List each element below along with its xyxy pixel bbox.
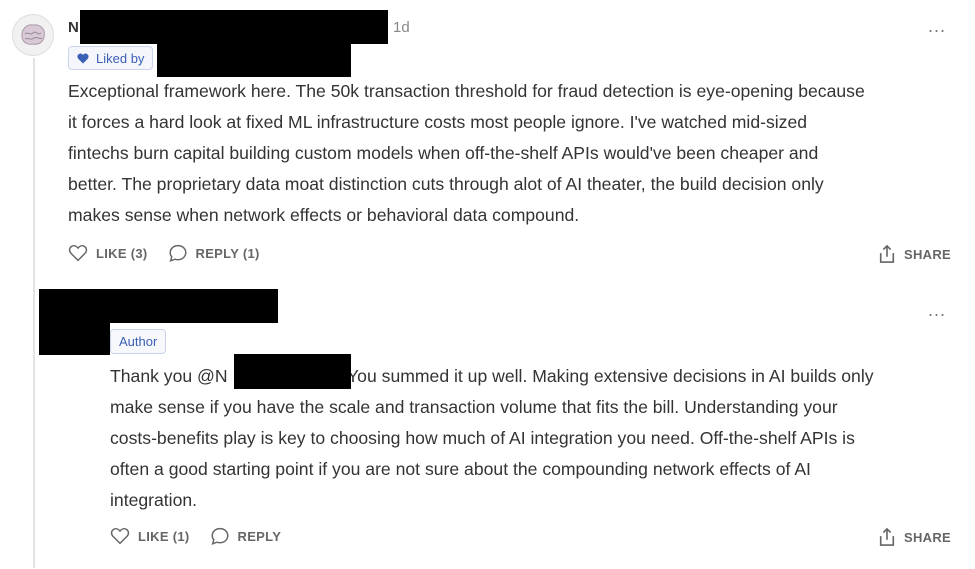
- redacted-liker-name: [157, 44, 351, 77]
- reply-button[interactable]: REPLY (1): [168, 244, 260, 262]
- like-label: LIKE (3): [96, 245, 148, 261]
- liked-by-label: Liked by: [96, 50, 145, 66]
- share-icon: [879, 527, 895, 546]
- comment-icon: [211, 527, 229, 545]
- redacted-reply-author: [39, 289, 278, 323]
- reply-button[interactable]: REPLY: [210, 527, 282, 545]
- redacted-reply-avatar: [39, 323, 110, 355]
- reply-line: integration.: [110, 490, 198, 510]
- comment-author-name[interactable]: N: [68, 19, 79, 36]
- heart-icon: [68, 244, 88, 262]
- liked-by-badge: Liked by: [68, 46, 154, 70]
- comment-line: makes sense when network effects or beha…: [68, 205, 580, 225]
- more-icon[interactable]: ...: [928, 17, 946, 35]
- author-badge: Author: [110, 329, 167, 354]
- redacted-author-name: [80, 10, 388, 44]
- share-label: SHARE: [904, 246, 952, 262]
- comment-icon: [169, 244, 187, 262]
- heart-icon: [110, 527, 130, 545]
- heart-icon: [77, 52, 89, 63]
- like-label: LIKE (1): [138, 528, 190, 544]
- reply-mention[interactable]: Thank you @N: [110, 366, 228, 386]
- avatar[interactable]: [12, 14, 54, 56]
- reply-line: Thank you @N ! You summed it up well. Mak…: [110, 361, 874, 392]
- reply-line-rest: ! You summed it up well. Making extensiv…: [337, 366, 874, 386]
- reply-label: REPLY (1): [195, 245, 260, 261]
- reply-line: make sense if you have the scale and tra…: [110, 397, 838, 417]
- reply-label: REPLY: [237, 528, 282, 544]
- comment-actions: LIKE (3) REPLY (1): [68, 244, 280, 262]
- share-icon: [879, 244, 895, 263]
- comment-line: fintechs burn capital building custom mo…: [68, 143, 819, 163]
- comment-line: Exceptional framework here. The 50k tran…: [68, 81, 865, 101]
- reply-body: Thank you @N ! You summed it up well. Mak…: [110, 361, 874, 516]
- thread-line: [33, 58, 35, 568]
- share-button[interactable]: SHARE: [878, 244, 951, 264]
- share-label: SHARE: [904, 529, 952, 545]
- comment-line: better. The proprietary data moat distin…: [68, 174, 824, 194]
- more-icon[interactable]: ...: [928, 301, 946, 319]
- share-button[interactable]: SHARE: [878, 527, 951, 547]
- comment-line: it forces a hard look at fixed ML infras…: [68, 112, 808, 132]
- comment-timestamp[interactable]: 1d: [393, 19, 410, 36]
- reply-actions: LIKE (1) REPLY: [110, 527, 301, 545]
- comment-body: Exceptional framework here. The 50k tran…: [68, 76, 865, 231]
- reply-line: costs-benefits play is key to choosing h…: [110, 428, 855, 448]
- like-button[interactable]: LIKE (1): [110, 527, 190, 545]
- redacted-mention-name: [234, 354, 351, 389]
- like-button[interactable]: LIKE (3): [68, 244, 148, 262]
- reply-line: often a good starting point if you are n…: [110, 459, 811, 479]
